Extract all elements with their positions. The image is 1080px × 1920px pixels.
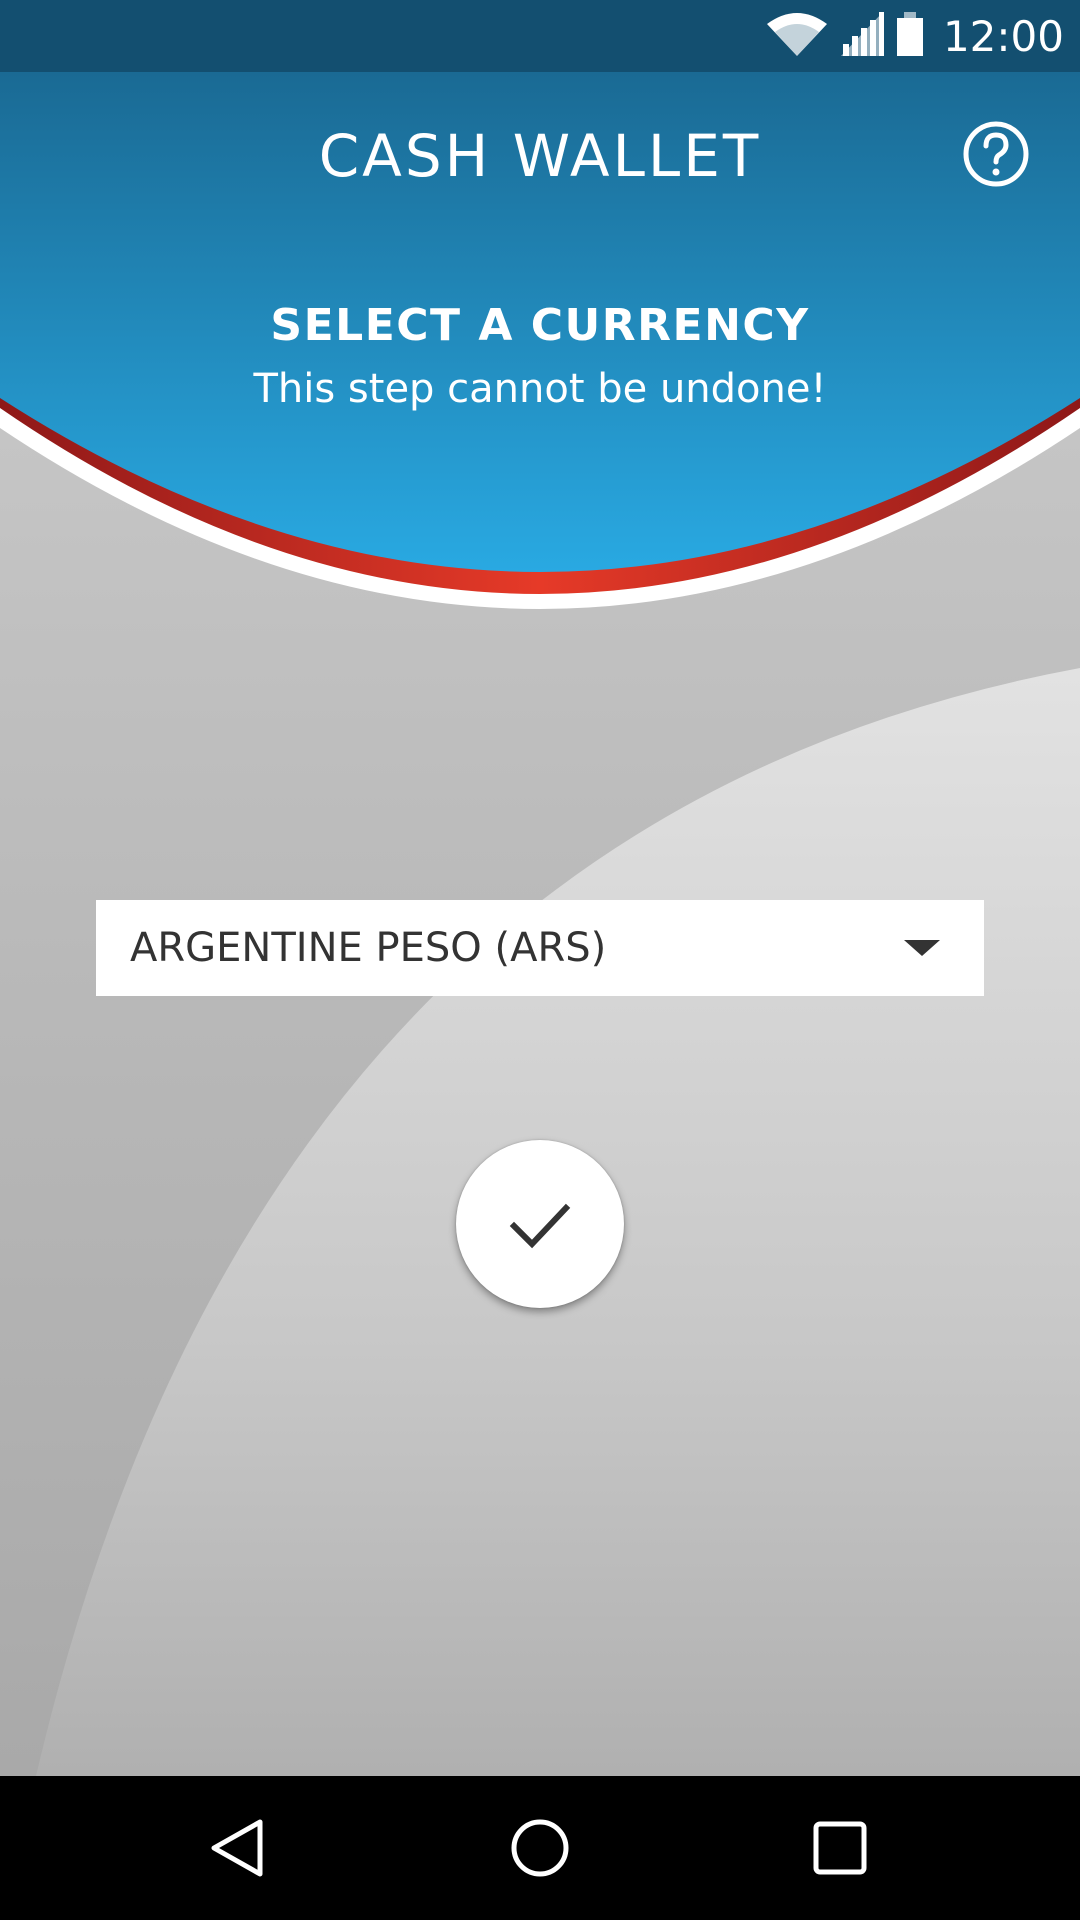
confirm-button[interactable] (456, 1140, 624, 1308)
status-icons: 12:00 (765, 0, 1064, 72)
step-warning: This step cannot be undone! (253, 366, 827, 412)
battery-icon (895, 10, 925, 63)
status-bar: 12:00 (0, 0, 1080, 72)
recents-icon (813, 1821, 867, 1875)
home-icon (511, 1819, 569, 1877)
help-circle-icon (963, 121, 1029, 187)
currency-dropdown[interactable]: ARGENTINE PESO (ARS) (96, 900, 984, 996)
navigation-bar (0, 1776, 1080, 1920)
checkmark-icon (509, 1203, 571, 1249)
back-button[interactable] (202, 1812, 274, 1884)
wifi-icon (765, 10, 829, 63)
signal-icon (839, 10, 885, 63)
step-title: SELECT A CURRENCY (270, 300, 810, 351)
status-time: 12:00 (942, 11, 1064, 61)
recents-button[interactable] (804, 1812, 876, 1884)
dropdown-arrow-icon (904, 940, 940, 956)
currency-selected-value: ARGENTINE PESO (ARS) (130, 925, 607, 971)
back-icon (211, 1819, 263, 1877)
app-title: CASH WALLET (318, 122, 762, 190)
help-button[interactable] (962, 120, 1030, 188)
home-button[interactable] (504, 1812, 576, 1884)
